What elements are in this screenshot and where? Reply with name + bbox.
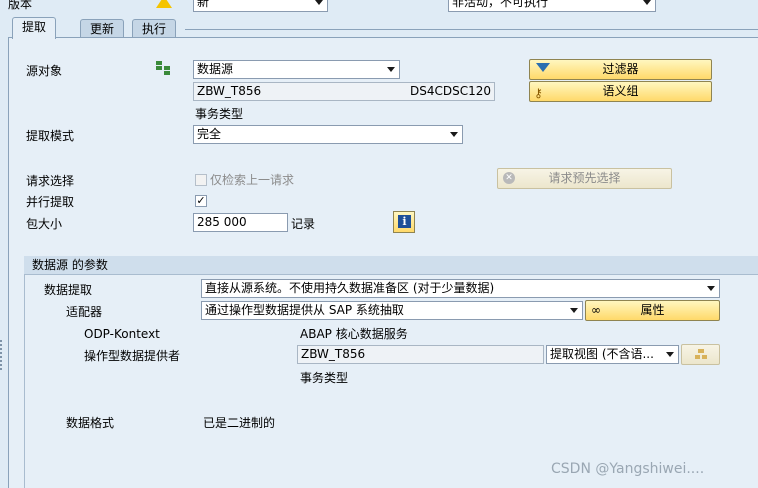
semantic-group-button[interactable]: ⚷ 语义组: [529, 81, 712, 102]
chevron-down-icon: [315, 0, 323, 5]
provider-field: ZBW_T856: [297, 345, 544, 364]
odp-context-label: ODP-Kontext: [84, 327, 160, 341]
chevron-down-icon: [450, 132, 458, 137]
view-select[interactable]: 提取视图 (不含语...: [546, 345, 679, 364]
request-selection-label: 请求选择: [26, 174, 75, 188]
filter-button[interactable]: 过滤器: [529, 59, 712, 80]
chevron-down-icon: [666, 352, 674, 357]
info-icon: i: [398, 215, 411, 228]
close-icon: ✕: [503, 172, 515, 184]
key-icon: ⚷: [534, 86, 543, 100]
warning-icon: [156, 0, 172, 8]
provider-label: 操作型数据提供者: [84, 349, 181, 363]
data-extraction-label: 数据提取: [44, 283, 93, 297]
parallel-checkbox[interactable]: ✓: [195, 195, 207, 207]
package-size-input[interactable]: 285 000: [193, 213, 288, 232]
chevron-down-icon: [707, 286, 715, 291]
hierarchy-icon[interactable]: [156, 61, 171, 75]
chevron-down-icon: [570, 308, 578, 313]
params-group-title: 数据源 的参数: [24, 256, 758, 275]
data-format-label: 数据格式: [66, 416, 115, 430]
tab-strip-line: [185, 29, 758, 30]
status-select[interactable]: 非活动，不可执行: [448, 0, 656, 12]
hierarchy-icon: [695, 349, 707, 359]
glasses-icon: ∞: [591, 303, 601, 317]
only-previous-label: 仅检索上一请求: [210, 173, 295, 187]
version-label: 版本: [8, 0, 33, 11]
filter-icon: [536, 63, 550, 72]
source-type-select[interactable]: 数据源: [193, 60, 400, 79]
data-format-value: 已是二进制的: [203, 416, 276, 430]
records-label: 记录: [291, 217, 316, 231]
chevron-down-icon: [643, 0, 651, 5]
request-preselect-button[interactable]: ✕ 请求预先选择: [497, 168, 672, 189]
tab-execute[interactable]: 执行: [132, 19, 177, 38]
only-previous-checkbox[interactable]: [195, 174, 207, 186]
source-name-field: ZBW_T856 DS4CDSC120: [193, 82, 495, 101]
source-tech-name: DS4CDSC120: [409, 84, 491, 98]
chevron-down-icon: [387, 67, 395, 72]
parallel-label: 并行提取: [26, 195, 75, 209]
odp-context-value: ABAP 核心数据服务: [300, 327, 408, 341]
adapter-select[interactable]: 通过操作型数据提供从 SAP 系统抽取: [201, 301, 583, 320]
tab-update[interactable]: 更新: [80, 19, 125, 38]
package-size-label: 包大小: [26, 217, 63, 231]
version-select[interactable]: 新: [193, 0, 328, 12]
watermark: CSDN @Yangshiwei....: [551, 461, 705, 477]
hierarchy-button[interactable]: [681, 344, 720, 365]
tab-extraction[interactable]: 提取: [12, 17, 57, 39]
extraction-mode-label: 提取模式: [26, 129, 75, 143]
extraction-mode-select[interactable]: 完全: [193, 125, 463, 144]
info-button[interactable]: i: [393, 211, 415, 233]
provider-description: 事务类型: [300, 371, 349, 385]
adapter-label: 适配器: [66, 305, 103, 319]
source-object-label: 源对象: [26, 64, 63, 78]
source-subtype: 事务类型: [195, 107, 244, 121]
splitter-handle[interactable]: [0, 340, 4, 370]
properties-button[interactable]: ∞ 属性: [585, 300, 720, 321]
data-extraction-select[interactable]: 直接从源系统。不使用持久数据准备区 (对于少量数据): [201, 279, 720, 298]
